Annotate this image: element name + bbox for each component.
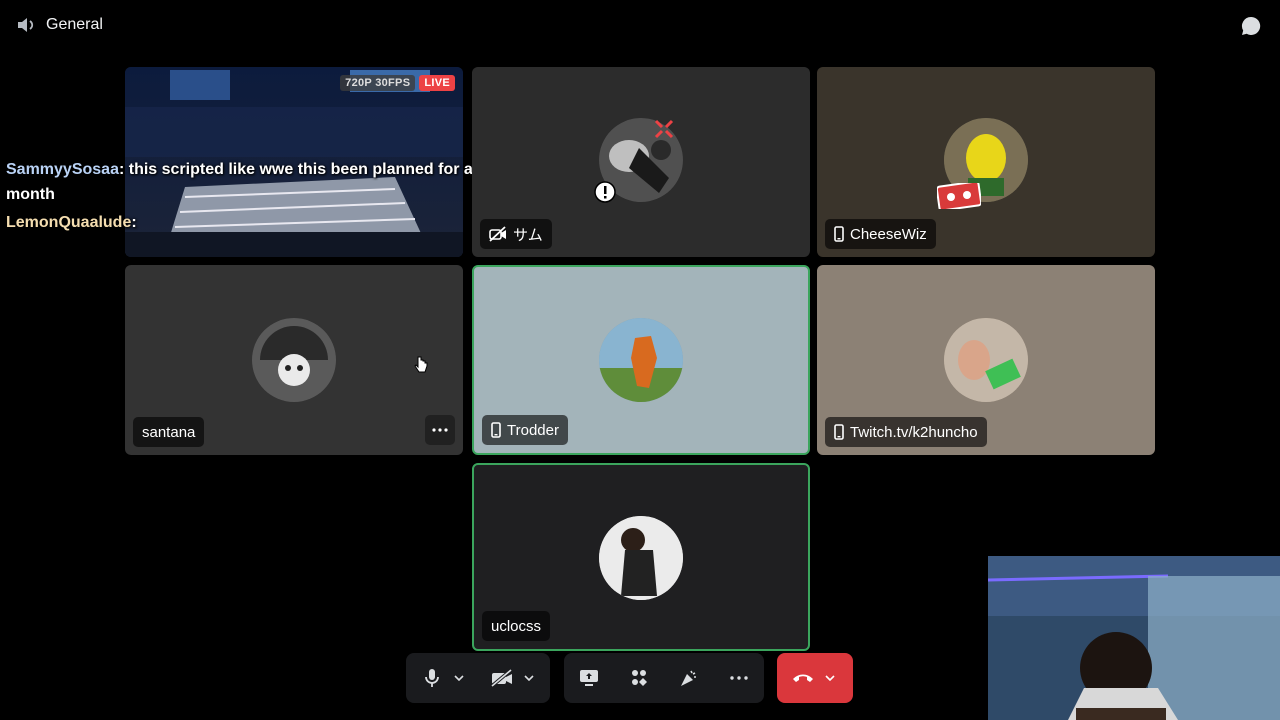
camera-toggle-button[interactable] — [484, 660, 520, 696]
more-button[interactable] — [721, 660, 757, 696]
activities-icon — [632, 670, 647, 686]
disconnect-options-chevron[interactable] — [821, 660, 839, 696]
mic-options-chevron[interactable] — [450, 660, 468, 696]
disconnect-controls — [777, 653, 853, 703]
participant-name: CheeseWiz — [850, 225, 927, 243]
microphone-icon — [425, 669, 439, 687]
disconnect-button[interactable] — [785, 660, 821, 696]
participant-name: uclocss — [491, 617, 542, 635]
participant-tile-twitch[interactable]: Twitch.tv/k2huncho — [817, 265, 1155, 455]
mobile-phone-icon — [834, 424, 844, 440]
alert-icon — [594, 181, 616, 203]
activities-button[interactable] — [621, 660, 657, 696]
chat-message: : — [131, 214, 137, 231]
participant-name-label: サム — [480, 219, 552, 249]
participant-name-label: CheeseWiz — [825, 219, 936, 249]
participant-name-label: Twitch.tv/k2huncho — [825, 417, 987, 447]
cassette-sticker-icon — [937, 183, 981, 209]
camera-off-icon — [491, 669, 513, 687]
avatar — [599, 516, 683, 600]
soundboard-icon — [681, 670, 696, 686]
participant-name: Trodder — [507, 421, 559, 439]
soundboard-button[interactable] — [671, 660, 707, 696]
screen-share-icon — [580, 670, 598, 686]
avatar — [252, 318, 336, 402]
participant-name-label: santana — [133, 417, 205, 447]
hang-up-icon — [793, 674, 813, 682]
speaker-icon — [18, 18, 34, 32]
angry-emoji-icon — [654, 119, 674, 139]
participant-name: santana — [142, 423, 196, 441]
self-camera-view — [988, 556, 1280, 720]
participant-name-label: Trodder — [482, 415, 568, 445]
camera-off-icon — [489, 226, 506, 242]
participant-tile-trodder[interactable]: Trodder — [472, 265, 810, 455]
activity-controls — [564, 653, 764, 703]
chat-overlay-line-1: SammyySosaa: this scripted like wwe this… — [6, 157, 526, 207]
avatar — [599, 318, 683, 402]
more-options-icon — [432, 428, 448, 432]
live-badge: LIVE — [419, 75, 455, 91]
participant-tile-uclocss[interactable]: uclocss — [472, 463, 810, 651]
participant-name-label: uclocss — [482, 611, 551, 641]
participant-name: サム — [513, 226, 543, 244]
avatar — [944, 318, 1028, 402]
more-options-button[interactable] — [425, 415, 455, 445]
mouse-cursor-icon — [414, 356, 428, 373]
chat-bubble-icon[interactable] — [1240, 15, 1262, 37]
chevron-down-icon — [524, 675, 534, 681]
audio-video-controls — [406, 653, 550, 703]
stream-quality-badge: 720P 30FPS — [340, 75, 416, 91]
participant-tile-samu[interactable]: サム — [472, 67, 810, 257]
more-icon — [730, 676, 748, 680]
mobile-phone-icon — [491, 422, 501, 438]
screen-share-button[interactable] — [571, 660, 607, 696]
chat-username: SammyySosaa — [6, 161, 119, 178]
mute-button[interactable] — [414, 660, 450, 696]
chevron-down-icon — [825, 675, 835, 681]
chat-overlay-line-2: LemonQuaalude: — [6, 214, 137, 232]
chat-username: LemonQuaalude — [6, 214, 132, 231]
channel-title: General — [46, 16, 103, 33]
chevron-down-icon — [454, 675, 464, 681]
participant-tile-cheesewiz[interactable]: CheeseWiz — [817, 67, 1155, 257]
participant-name: Twitch.tv/k2huncho — [850, 423, 978, 441]
participant-tile-santana[interactable]: santana — [125, 265, 463, 455]
mobile-phone-icon — [834, 226, 844, 242]
camera-options-chevron[interactable] — [520, 660, 538, 696]
